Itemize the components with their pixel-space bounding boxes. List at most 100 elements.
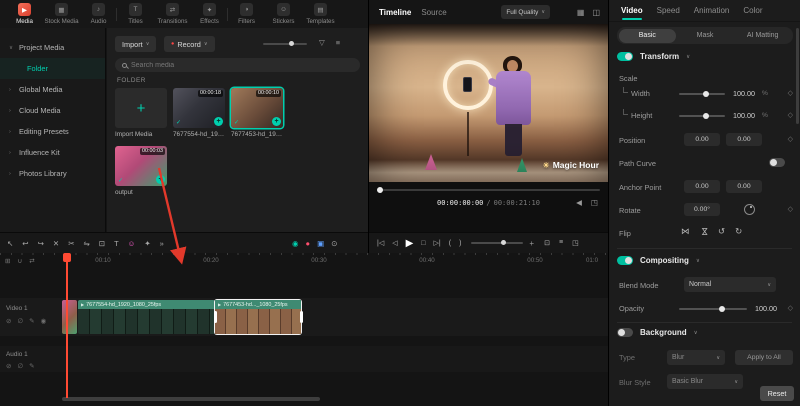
keyframe-icon[interactable]: ◇ [788, 89, 793, 97]
more-tools[interactable]: » [160, 239, 164, 248]
skip-end-button[interactable]: ▷| [434, 239, 441, 247]
rotate-dial[interactable] [744, 204, 755, 215]
draw-icon[interactable]: ✎ [29, 362, 34, 370]
timeline-ruler[interactable]: 00:1000:2000:3000:4000:5001:0 [0, 253, 608, 269]
background-type-dropdown[interactable]: Blur ∨ [667, 350, 725, 365]
timeline-clip-output[interactable] [62, 300, 77, 334]
sort-icon[interactable]: ≡ [336, 38, 340, 47]
tab-video[interactable]: Video [621, 0, 643, 21]
sidebar-item-editing-presets[interactable]: › Editing Presets [0, 121, 105, 142]
sidebar-item-project-media[interactable]: ∨ Project Media [0, 37, 105, 58]
mute-icon[interactable]: ∅ [17, 362, 23, 370]
chevron-down-icon[interactable]: ∨ [686, 54, 690, 60]
background-toggle[interactable] [617, 328, 633, 337]
redo-button[interactable]: ↪ [38, 239, 44, 248]
zoom-in-icon[interactable]: + [529, 239, 534, 248]
visibility-icon[interactable]: ◉ [41, 317, 47, 325]
record-button[interactable]: ● Record ∨ [164, 36, 215, 52]
tab-media[interactable]: ▶ Media [6, 0, 43, 28]
sidebar-item-influence-kit[interactable]: › Influence Kit [0, 142, 105, 163]
tab-effects[interactable]: ✦ Effects [191, 0, 228, 28]
add-to-timeline-button[interactable]: + [272, 117, 281, 126]
search-bar[interactable] [115, 58, 360, 72]
flip-vertical-button[interactable]: ⋈ [698, 227, 709, 236]
height-value[interactable]: 100.00 [733, 111, 755, 120]
tab-transitions[interactable]: ⇄ Transitions [154, 0, 191, 28]
fullscreen-button[interactable]: ◳ [572, 239, 579, 247]
tab-filters[interactable]: ◑ Filters [228, 0, 265, 28]
sidebar-item-cloud-media[interactable]: › Cloud Media [0, 100, 105, 121]
clip-trim-handle-right[interactable] [300, 311, 303, 323]
panel-expand-icon[interactable]: ◫ [592, 8, 600, 17]
keyframe-icon[interactable]: ◇ [788, 205, 793, 213]
width-value[interactable]: 100.00 [733, 89, 755, 98]
preview-zoom-slider[interactable] [471, 242, 523, 244]
clip-trim-handle-left[interactable] [214, 311, 217, 323]
timeline-clip-1[interactable]: ▶ 7677554-hd_1920_1080_25fps [78, 300, 215, 334]
mic-button[interactable]: ⊙ [331, 239, 337, 248]
play-button[interactable]: ▶ [406, 238, 414, 249]
tab-stickers[interactable]: ☺ Stickers [265, 0, 302, 28]
playhead[interactable] [66, 253, 68, 398]
anchor-y-field[interactable]: 0.00 [726, 180, 762, 193]
captions-button[interactable]: ▣ [317, 239, 324, 248]
subtab-mask[interactable]: Mask [676, 29, 734, 43]
transform-toggle[interactable] [617, 52, 633, 61]
slider-handle[interactable] [289, 41, 294, 46]
display-ratio-icon[interactable]: ▦ [577, 8, 585, 17]
split-button[interactable]: ✂ [68, 239, 74, 248]
seek-bar[interactable] [377, 189, 600, 191]
sidebar-item-photos-library[interactable]: › Photos Library [0, 163, 105, 184]
thumbnail-size-slider[interactable] [263, 43, 307, 45]
mute-icon[interactable]: ∅ [17, 317, 23, 325]
prev-frame-button[interactable]: ◁ [392, 239, 397, 247]
rotate-field[interactable]: 0.00° [684, 203, 720, 216]
compositing-toggle[interactable] [617, 256, 633, 265]
playhead-handle[interactable] [63, 253, 71, 262]
timeline-clip-2-selected[interactable]: ▶ 7677453-hd..._1080_25fps [215, 300, 301, 334]
video-preview[interactable]: ☀ Magic Hour [369, 24, 609, 182]
opacity-slider[interactable] [679, 308, 747, 310]
seek-handle[interactable] [377, 187, 383, 193]
subtab-ai-matting[interactable]: AI Matting [734, 29, 792, 43]
add-to-timeline-button[interactable]: + [214, 117, 223, 126]
tab-color[interactable]: Color [743, 0, 762, 21]
mark-out-button[interactable]: ) [459, 240, 461, 247]
height-slider[interactable] [679, 115, 725, 117]
tab-titles[interactable]: T Titles [117, 0, 154, 28]
keyframe-icon[interactable]: ◇ [788, 135, 793, 143]
media-clip-tile[interactable]: 00:00:18 ✓ + [173, 88, 225, 128]
tab-templates[interactable]: ▤ Templates [302, 0, 339, 28]
tab-animation[interactable]: Animation [694, 0, 730, 21]
filter-icon[interactable]: ▽ [319, 38, 325, 47]
tab-audio[interactable]: ♪ Audio [80, 0, 117, 28]
mirror-button[interactable]: ⇋ [83, 239, 89, 248]
horizontal-scrollbar[interactable] [0, 397, 608, 402]
quality-selector[interactable]: Full Quality ∨ [501, 5, 550, 19]
draw-icon[interactable]: ✎ [29, 317, 34, 325]
crop-button[interactable]: ⊡ [99, 239, 105, 248]
select-tool[interactable]: ↖ [7, 239, 13, 248]
layout-button[interactable]: ≡ [559, 239, 563, 247]
sidebar-item-folder[interactable]: Folder [0, 58, 105, 79]
sticker-tool[interactable]: ☺ [128, 239, 136, 248]
effects-tool[interactable]: ✦ [144, 239, 150, 248]
sidebar-item-global-media[interactable]: › Global Media [0, 79, 105, 100]
rotate-cw-button[interactable]: ↻ [735, 226, 742, 237]
tab-source[interactable]: Source [421, 8, 446, 17]
keyframe-icon[interactable]: ◇ [788, 111, 793, 119]
tab-timeline[interactable]: Timeline [379, 8, 411, 17]
lock-icon[interactable]: ⊘ [6, 317, 11, 325]
text-tool[interactable]: T [114, 239, 119, 248]
slider-handle[interactable] [703, 113, 709, 119]
anchor-x-field[interactable]: 0.00 [684, 180, 720, 193]
flip-horizontal-button[interactable]: ⋈ [681, 226, 690, 237]
import-button[interactable]: Import ∨ [115, 36, 156, 52]
tab-stock-media[interactable]: ▦ Stock Media [43, 0, 80, 28]
chevron-down-icon[interactable]: ∨ [694, 330, 698, 336]
audio-track[interactable] [0, 346, 608, 372]
blend-mode-dropdown[interactable]: Normal ∨ [684, 277, 776, 292]
inspector-scrollbar[interactable] [796, 28, 799, 124]
opacity-value[interactable]: 100.00 [755, 304, 777, 313]
rotate-ccw-button[interactable]: ↺ [718, 226, 725, 237]
